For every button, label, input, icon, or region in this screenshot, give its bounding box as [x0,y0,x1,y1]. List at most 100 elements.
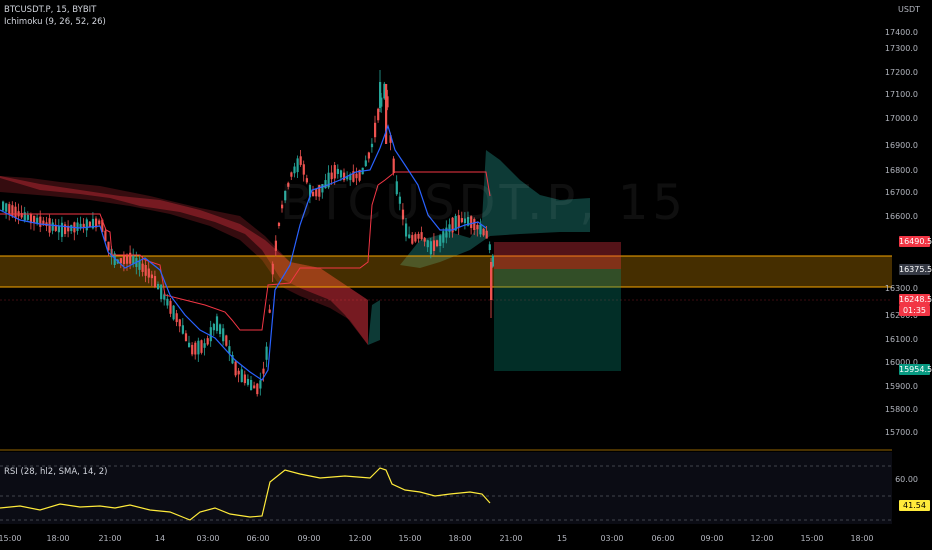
candle-body [253,385,256,389]
candle-body [411,235,414,244]
candle-body [212,323,215,331]
candle-body [60,222,64,237]
candle-body [23,212,26,221]
candle-body [219,324,222,335]
price-tick-label: 17400.0 [884,28,918,37]
price-tick-label: 16800.0 [884,166,918,175]
price-tick-label: 17000.0 [884,114,918,123]
candle-body [169,300,172,314]
candle-body [8,204,11,215]
time-tick-label: 15:00 [398,534,422,543]
time-tick-label: 18:00 [448,534,472,543]
stop-loss-area [494,242,621,269]
rsi-axis-label: 60.00 [895,475,918,484]
candle-body [256,383,259,395]
price-tick-label: 16700.0 [884,188,918,197]
candle-body [234,361,237,376]
candle-body [265,346,268,360]
candle-body [274,240,277,251]
candle-body [64,224,67,235]
take-profit-area [494,269,621,371]
candle-body [82,223,85,228]
candle-body [206,338,209,345]
candle-body [302,164,305,175]
time-tick-label: 21:00 [499,534,523,543]
candle-body [426,240,429,248]
candle-body [485,230,488,239]
candle-body [364,160,367,167]
time-tick-label: 18:00 [850,534,874,543]
candle-body [374,122,377,138]
candle-body [488,244,491,251]
candle-body [147,268,150,278]
candle-body [246,378,250,385]
candle-body [259,380,262,389]
candle-body [188,342,191,348]
currency-label: USDT [898,5,920,14]
countdown-badge: 01:35 [899,305,930,316]
time-tick-label: 12:00 [348,534,372,543]
time-tick-label: 15:00 [800,534,824,543]
candle-body [420,232,423,240]
candle-body [175,313,178,323]
rsi-pane [0,452,892,524]
indicator-title[interactable]: Ichimoku (9, 26, 52, 26) [4,16,106,28]
candle-body [377,108,380,121]
price-chart[interactable] [0,0,932,550]
candle-body [370,143,374,148]
price-tick-label: 16900.0 [884,141,918,150]
candle-body [76,222,79,231]
candle-body [85,219,88,231]
time-tick-label: 12:00 [750,534,774,543]
candle-body [194,342,197,355]
candle-body [442,231,445,243]
candle-body [423,237,426,242]
target-price-badge: 15954.5 [899,364,932,375]
candle-body [178,319,181,327]
candle-body [122,255,126,265]
candle-body [144,264,147,276]
candle-body [5,203,8,212]
candle-body [203,343,206,348]
time-tick-label: 18:00 [46,534,70,543]
candle-body [336,168,339,174]
entry-price-badge: 16375.5 [899,264,932,275]
candle-body [417,233,420,239]
price-tick-label: 16600.0 [884,212,918,221]
price-tick-label: 15700.0 [884,428,918,437]
candle-body [367,152,370,159]
candle-body [26,214,29,220]
symbol-watermark: BTCUSDT.P, 15 [280,175,687,231]
candle-body [157,283,160,290]
price-tick-label: 17300.0 [884,44,918,53]
candle-body [429,241,432,255]
candle-body [57,225,60,233]
price-tick-label: 15900.0 [884,382,918,391]
rsi-legend[interactable]: RSI (28, hl2, SMA, 14, 2) [4,467,108,477]
chart-legend: BTCUSDT.P, 15, BYBIT Ichimoku (9, 26, 52… [4,4,106,28]
candle-body [172,305,175,320]
candle-body [166,298,169,306]
candle-body [197,340,200,355]
time-tick-label: 06:00 [651,534,675,543]
candle-body [379,82,382,108]
candle-body [141,263,144,272]
candle-body [98,220,101,225]
price-tick-label: 17100.0 [884,90,918,99]
candle-body [126,254,129,264]
candle-body [200,340,203,353]
candle-body [181,325,184,334]
stop-price-badge: 16490.5 [899,236,932,247]
candle-body [191,344,194,355]
symbol-title[interactable]: BTCUSDT.P, 15, BYBIT [4,4,106,16]
candle-body [408,234,411,238]
time-tick-label: 03:00 [600,534,624,543]
candle-body [153,276,157,287]
rsi-value-badge: 41.54 [899,500,930,511]
candle-body [296,158,299,173]
candle-body [209,327,212,342]
candle-body [436,240,439,247]
candle-body [225,335,228,346]
candle-body [184,333,188,342]
candle-body [14,206,17,218]
